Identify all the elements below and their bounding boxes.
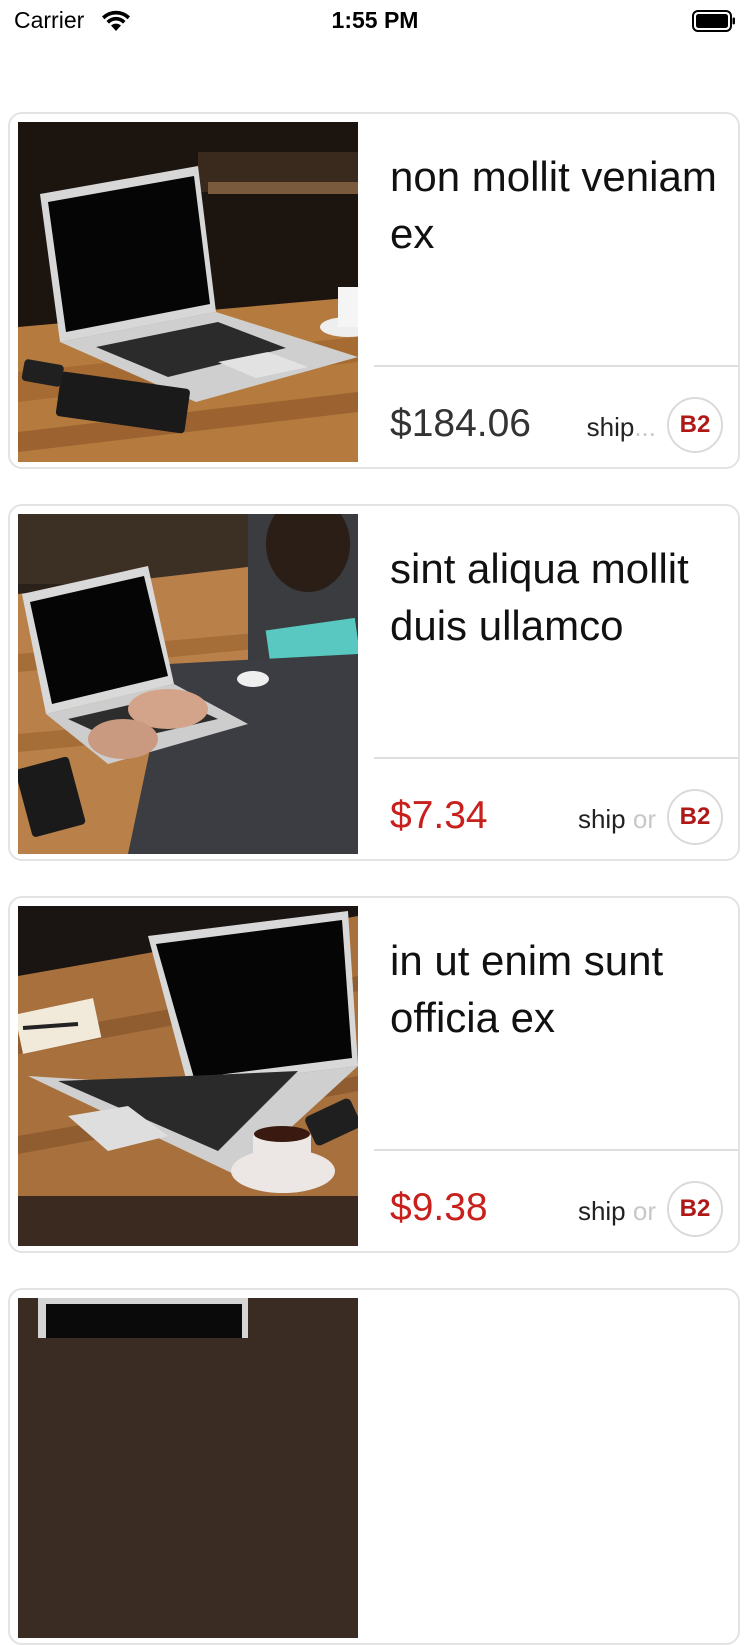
shipping-options[interactable]: ship... <box>550 412 656 444</box>
product-price: $7.34 <box>390 794 488 837</box>
ship-label: ship <box>586 412 635 442</box>
shipping-options[interactable]: ship or <box>550 1196 656 1228</box>
product-title[interactable]: in ut enim sunt officia ex <box>390 932 725 1046</box>
divider <box>374 757 738 759</box>
product-card[interactable]: sint aliqua mollit duis ullamco $7.34 sh… <box>8 504 740 861</box>
shipping-options[interactable]: ship or <box>550 804 656 836</box>
product-card[interactable]: non mollit veniam ex $184.06 ship... B2 <box>8 112 740 469</box>
divider <box>374 365 738 367</box>
ship-overflow: ... <box>634 412 656 442</box>
product-photo-laptop[interactable] <box>18 906 358 1246</box>
or-label: or <box>632 804 656 834</box>
product-price: $184.06 <box>390 402 531 445</box>
product-price: $9.38 <box>390 1186 488 1229</box>
b2-badge[interactable]: B2 <box>667 397 723 453</box>
divider <box>374 1149 738 1151</box>
b2-badge[interactable]: B2 <box>667 1181 723 1237</box>
product-photo-laptop[interactable] <box>18 514 358 854</box>
product-photo-laptop[interactable] <box>18 1298 358 1638</box>
product-card[interactable] <box>8 1288 740 1645</box>
product-card[interactable]: in ut enim sunt officia ex $9.38 ship or… <box>8 896 740 1253</box>
status-time: 1:55 PM <box>331 7 419 33</box>
status-bar: Carrier 1:55 PM <box>0 0 750 44</box>
battery-icon <box>692 10 735 32</box>
product-photo-laptop[interactable] <box>18 122 358 462</box>
b2-badge[interactable]: B2 <box>667 789 723 845</box>
ship-label: ship <box>577 1196 626 1226</box>
or-label: or <box>632 1196 656 1226</box>
product-title[interactable]: sint aliqua mollit duis ullamco <box>390 540 725 654</box>
ship-label: ship <box>577 804 626 834</box>
product-title[interactable]: non mollit veniam ex <box>390 148 725 262</box>
